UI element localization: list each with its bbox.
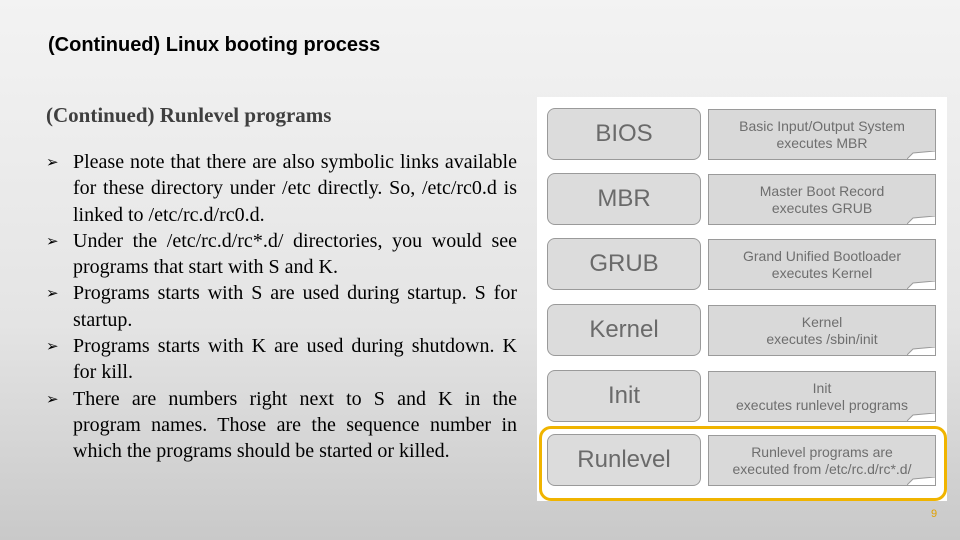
description-line: executes Kernel xyxy=(771,264,873,281)
page-fold-icon xyxy=(907,347,935,355)
arrowhead-bullet-icon: ➢ xyxy=(46,389,59,408)
bullet-item: ➢ Programs starts with K are used during … xyxy=(46,335,517,384)
description-line: Init xyxy=(812,379,832,396)
arrowhead-bullet-icon: ➢ xyxy=(46,231,59,250)
arrowhead-bullet-icon: ➢ xyxy=(46,337,59,356)
description-line: executes GRUB xyxy=(771,199,873,216)
bullet-item: ➢ Under the /etc/rc.d/rc*.d/ directories,… xyxy=(46,229,517,279)
description-line: executes runlevel programs xyxy=(736,396,908,413)
arrowhead-bullet-icon: ➢ xyxy=(46,284,59,303)
description-line: Master Boot Record xyxy=(759,182,885,199)
bullet-item: ➢ Please note that there are also symboli… xyxy=(46,151,517,226)
arrowhead-bullet-icon: ➢ xyxy=(46,153,59,171)
runlevel-highlight xyxy=(539,426,947,501)
bullet-list: ➢ Please note that there are also symboli… xyxy=(46,149,517,465)
description-line: executes /sbin/init xyxy=(766,330,878,347)
stage-description: Kernel executes /sbin/init xyxy=(708,305,936,356)
stage-description: Grand Unified Bootloader executes Kernel xyxy=(708,239,936,290)
diagram-row-mbr: MBR Master Boot Record executes GRUB xyxy=(547,173,941,225)
stage-description: Basic Input/Output System executes MBR xyxy=(708,109,936,160)
page-fold-icon xyxy=(907,151,935,159)
stage-description: Init executes runlevel programs xyxy=(708,371,936,422)
stage-box: MBR xyxy=(547,173,701,225)
bullet-item: ➢ Programs starts with S are used during … xyxy=(46,282,517,331)
description-line: Kernel xyxy=(801,313,843,330)
description-line: executes MBR xyxy=(776,134,868,151)
diagram-row-bios: BIOS Basic Input/Output System executes MB… xyxy=(547,108,941,160)
page-fold-icon xyxy=(907,413,935,421)
page-fold-icon xyxy=(907,281,935,289)
description-line: Grand Unified Bootloader xyxy=(743,247,901,264)
stage-box: BIOS xyxy=(547,108,701,160)
slide-subtitle: (Continued) Runlevel programs xyxy=(46,103,332,127)
bullet-item: ➢ There are numbers right next to S and K… xyxy=(46,387,517,463)
stage-box: GRUB xyxy=(547,238,701,290)
stage-box: Kernel xyxy=(547,304,701,356)
description-line: Basic Input/Output System xyxy=(739,117,905,134)
stage-box: Init xyxy=(547,370,701,422)
page-fold-icon xyxy=(907,216,935,224)
page-number: 9 xyxy=(931,508,938,520)
diagram-row-init: Init Init executes runlevel programs xyxy=(547,370,941,422)
diagram-row-kernel: Kernel Kernel executes /sbin/init xyxy=(547,304,941,356)
slide-title: (Continued) Linux booting process xyxy=(48,34,381,56)
diagram-row-grub: GRUB Grand Unified Bootloader executes Ker… xyxy=(547,238,941,290)
stage-description: Master Boot Record executes GRUB xyxy=(708,174,936,225)
